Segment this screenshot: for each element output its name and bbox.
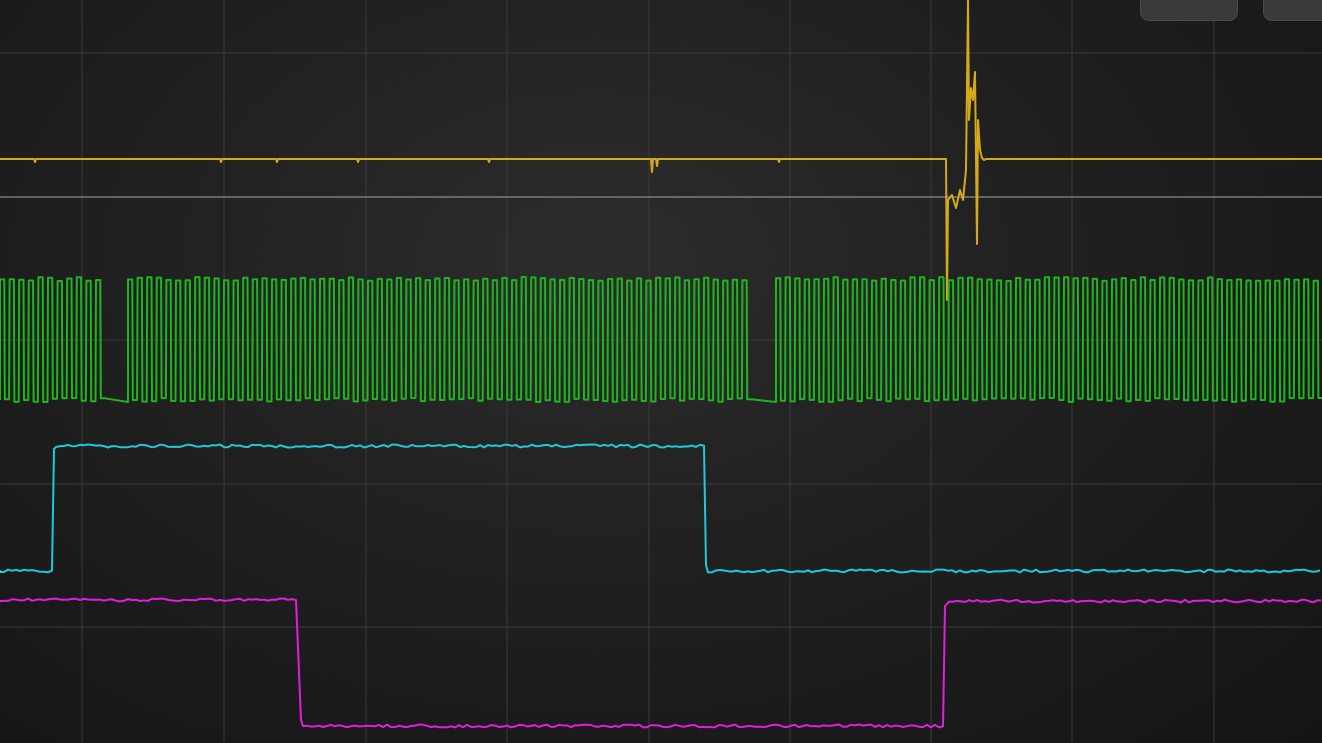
oscilloscope-screen [0,0,1322,743]
ch1-trace [0,0,1322,301]
menu-button-a[interactable] [1140,0,1238,21]
menu-button-b[interactable] [1263,0,1322,21]
waveform-traces [0,0,1322,729]
ch4-trace [0,597,1321,729]
ch3-trace [0,443,1321,574]
waveform-display[interactable] [0,0,1322,743]
